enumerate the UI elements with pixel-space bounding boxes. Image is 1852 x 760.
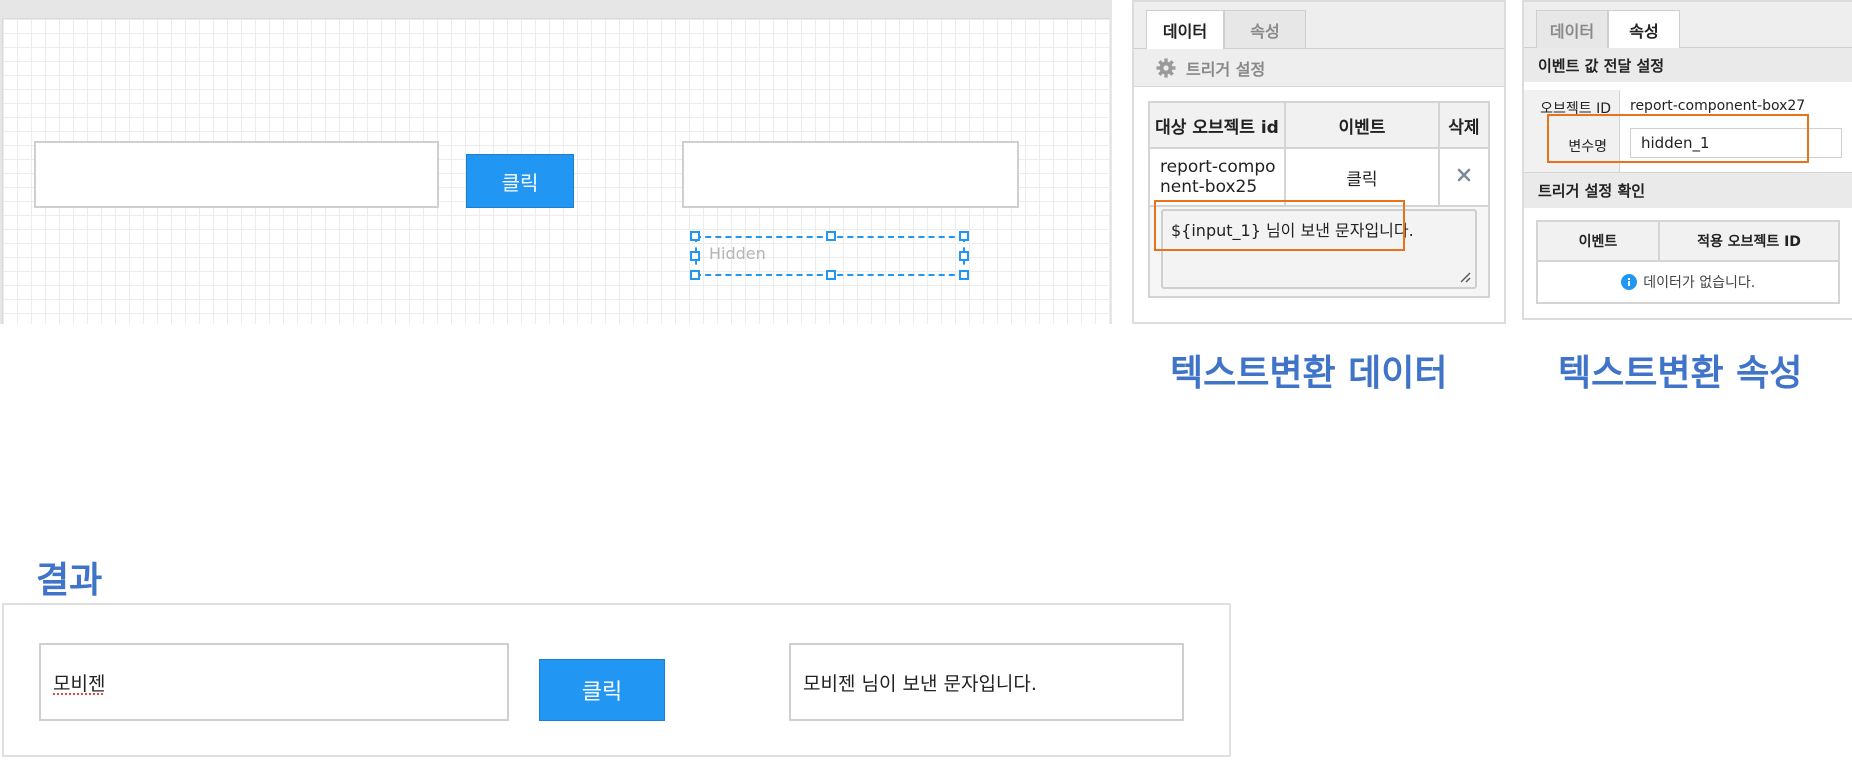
empty-text: 데이터가 없습니다. xyxy=(1643,275,1756,291)
template-highlight-box xyxy=(1154,200,1405,251)
resize-handle-sw[interactable] xyxy=(690,270,700,280)
col-target-id: 대상 오브젝트 id xyxy=(1147,101,1287,149)
result-click-button[interactable]: 클릭 xyxy=(539,659,665,721)
row-target-id: report-compo nent-box25 xyxy=(1147,147,1287,207)
empty-cell: 데이터가 없습니다. xyxy=(1536,260,1840,304)
gear-icon xyxy=(1156,58,1176,77)
delete-cell xyxy=(1437,147,1491,207)
col-event: 이벤트 xyxy=(1536,220,1660,262)
col-delete: 삭제 xyxy=(1437,101,1491,149)
property-caption: 텍스트변환 속성 xyxy=(1558,353,1803,394)
resize-handle-n[interactable] xyxy=(826,231,836,241)
resize-handle-w[interactable] xyxy=(690,251,700,261)
event-pass-header: 이벤트 값 전달 설정 xyxy=(1524,48,1852,82)
canvas-click-button[interactable]: 클릭 xyxy=(466,154,574,208)
resize-handle-se[interactable] xyxy=(959,270,969,280)
confirm-table-header: 이벤트 적용 오브젝트 ID xyxy=(1536,220,1840,262)
table-row[interactable]: report-compo nent-box25 클릭 xyxy=(1147,147,1491,207)
resize-handle-ne[interactable] xyxy=(959,231,969,241)
canvas-output-box[interactable] xyxy=(682,141,1019,208)
tab-properties[interactable]: 속성 xyxy=(1608,10,1680,49)
data-caption: 텍스트변환 데이터 xyxy=(1170,353,1448,394)
resize-handle-e[interactable] xyxy=(959,251,969,261)
col-applied-object-id: 적용 오브젝트 ID xyxy=(1658,220,1840,262)
trigger-settings-label: 트리거 설정 xyxy=(1186,59,1266,79)
trigger-confirm-table: 이벤트 적용 오브젝트 ID 데이터가 없습니다. xyxy=(1536,220,1840,304)
info-icon xyxy=(1620,274,1637,290)
trigger-table: 대상 오브젝트 id 이벤트 삭제 report-compo nent-box2… xyxy=(1147,101,1491,207)
result-input[interactable]: 모비젠 xyxy=(39,643,509,721)
hidden-placeholder: Hidden xyxy=(709,244,766,263)
col-event: 이벤트 xyxy=(1284,101,1440,149)
resize-handle-s[interactable] xyxy=(826,270,836,280)
var-name-highlight-box xyxy=(1547,114,1809,163)
property-panel: 데이터 속성 이벤트 값 전달 설정 오브젝트 ID report-compon… xyxy=(1522,0,1852,320)
object-id-value: report-component-box27 xyxy=(1630,98,1806,114)
tab-properties[interactable]: 속성 xyxy=(1224,10,1306,48)
trigger-settings-bar[interactable]: 트리거 설정 xyxy=(1134,49,1504,87)
design-canvas: 클릭 Hidden xyxy=(0,0,1112,324)
resize-handle-nw[interactable] xyxy=(690,231,700,241)
empty-row: 데이터가 없습니다. xyxy=(1536,260,1840,304)
event-pass-title: 이벤트 값 전달 설정 xyxy=(1538,56,1665,75)
result-input-value: 모비젠 xyxy=(53,672,106,695)
close-icon[interactable] xyxy=(1456,167,1472,183)
trigger-table-header: 대상 오브젝트 id 이벤트 삭제 xyxy=(1147,101,1491,149)
trigger-confirm-title: 트리거 설정 확인 xyxy=(1538,182,1646,200)
data-panel: 데이터 속성 트리거 설정 대상 오브젝트 id 이벤트 삭제 report-c… xyxy=(1132,0,1506,324)
canvas-input-box[interactable] xyxy=(34,141,439,208)
result-preview: 모비젠 클릭 모비젠 님이 보낸 문자입니다. xyxy=(2,603,1231,757)
resize-grip-icon[interactable] xyxy=(1459,271,1471,283)
tab-data[interactable]: 데이터 xyxy=(1146,10,1224,49)
result-title: 결과 xyxy=(36,560,103,601)
row-event: 클릭 xyxy=(1284,147,1440,207)
result-output: 모비젠 님이 보낸 문자입니다. xyxy=(789,643,1184,721)
trigger-confirm-header: 트리거 설정 확인 xyxy=(1524,172,1852,208)
tab-data[interactable]: 데이터 xyxy=(1536,10,1608,48)
result-output-value: 모비젠 님이 보낸 문자입니다. xyxy=(803,672,1037,695)
